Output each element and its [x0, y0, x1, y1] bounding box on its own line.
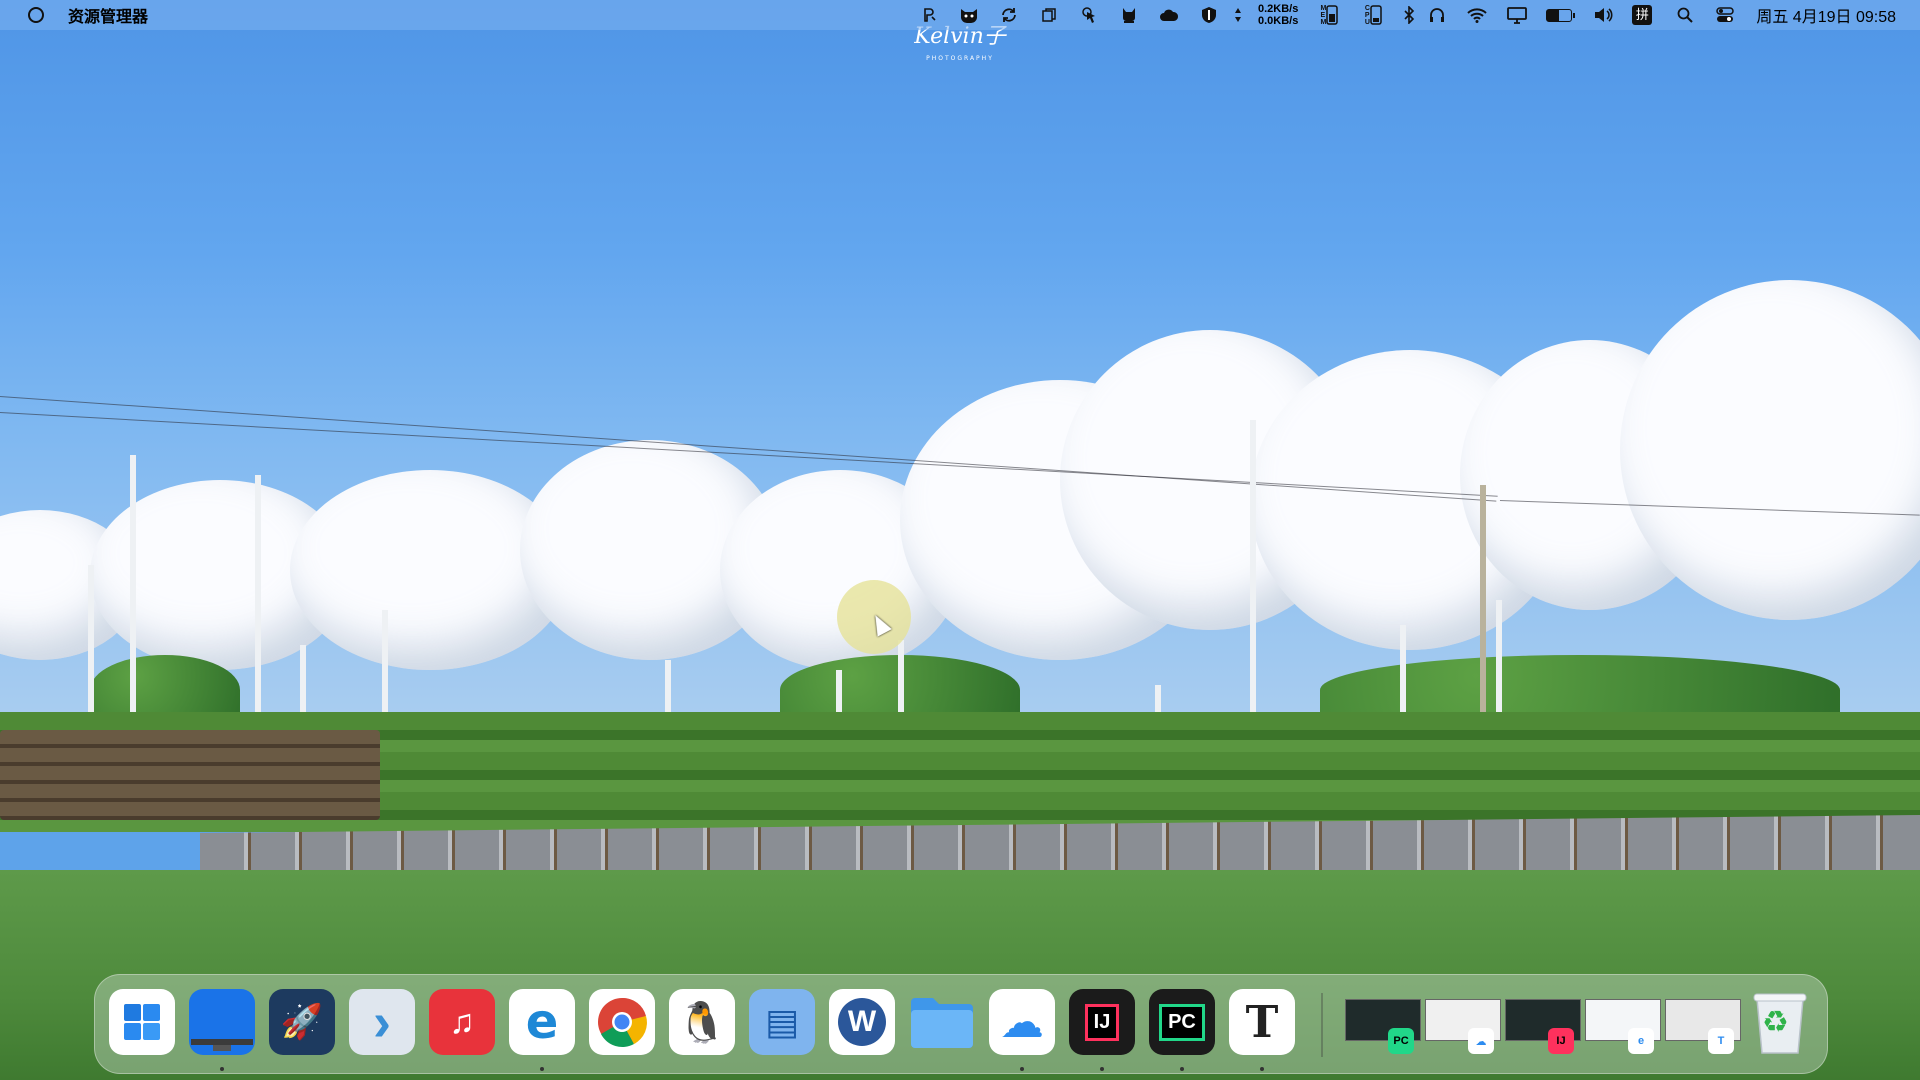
launchpad-rocket-glyph: 🚀 [280, 1003, 324, 1041]
pycharm-window-thumbnail[interactable]: PC [1345, 999, 1421, 1054]
edge-window-badge-icon: e [1628, 1028, 1654, 1054]
desktop-wallpaper: Kelvin子 PHOTOGRAPHY [0, 0, 1920, 1080]
menu-bar-clock[interactable]: 周五 4月19日 09:58 [1756, 3, 1896, 27]
typora-window-badge-icon: T [1708, 1028, 1734, 1054]
dock-running-indicator [540, 1067, 544, 1071]
p-icon[interactable] [918, 4, 940, 26]
dock-intellij-idea-icon[interactable]: IJ [1069, 989, 1135, 1055]
dock-folder-icon[interactable] [909, 989, 975, 1055]
netdisk-window-badge-icon: ☁ [1468, 1028, 1494, 1054]
dock-baidu-netdisk-icon[interactable]: ☁ [989, 989, 1055, 1055]
qq-glyph: 🐧 [677, 1000, 727, 1045]
pole [898, 640, 904, 720]
pet-icon[interactable] [1118, 4, 1140, 26]
pole [1480, 485, 1486, 715]
dock-running-indicator [220, 1067, 224, 1071]
idea-window-thumbnail[interactable]: IJ [1505, 999, 1581, 1054]
pole [382, 610, 388, 720]
dock-file-explorer-icon[interactable]: ▤ [749, 989, 815, 1055]
status-tray: 0.2KB/s 0.0KB/s M E M C P U 拼 周五 4月19日 0… [900, 0, 1896, 30]
edge-window-thumbnail[interactable]: e [1585, 999, 1661, 1054]
memory-icon[interactable]: M E M [1314, 4, 1344, 26]
netease-music-glyph: ♫ [449, 1002, 475, 1041]
shield-icon[interactable] [1198, 4, 1220, 26]
terminal-arrow-glyph: › [373, 992, 391, 1052]
active-app-name[interactable]: 资源管理器 [68, 3, 148, 27]
pointer-icon[interactable] [1078, 4, 1100, 26]
pole [1155, 685, 1161, 715]
up-down-arrow-icon[interactable] [1232, 4, 1244, 26]
dock-qq-icon[interactable]: 🐧 [669, 989, 735, 1055]
input-method-label: 拼 [1635, 7, 1649, 22]
volume-icon[interactable] [1592, 4, 1614, 26]
pole [88, 565, 94, 735]
microsoft-word-glyph: W [838, 998, 886, 1046]
battery-icon[interactable] [1546, 8, 1576, 22]
input-method-icon[interactable]: 拼 [1632, 5, 1653, 25]
battery-level [1547, 9, 1560, 21]
copy-icon[interactable] [1038, 4, 1060, 26]
menu-bar: 资源管理器 0.2KB/s 0.0KB/s M E M C P U 拼 周五 4… [0, 0, 1920, 30]
cpu-icon[interactable]: C P U [1358, 4, 1388, 26]
idea-window-badge-icon: IJ [1548, 1028, 1574, 1054]
baidu-netdisk-glyph: ☁ [1000, 997, 1044, 1047]
woodpile [0, 730, 380, 820]
system-menu-icon[interactable] [28, 7, 44, 23]
dock-terminal-arrow-icon[interactable]: › [349, 989, 415, 1055]
pycharm-window-badge-icon: PC [1388, 1028, 1414, 1054]
dock-netease-music-icon[interactable]: ♫ [429, 989, 495, 1055]
control-center-icon[interactable] [1714, 4, 1736, 26]
sync-icon[interactable] [998, 4, 1020, 26]
pycharm-glyph: PC [1159, 1003, 1205, 1041]
dock-running-indicator [1020, 1067, 1024, 1071]
dock-typora-icon[interactable]: T [1229, 989, 1295, 1055]
cloud-icon[interactable] [1158, 4, 1180, 26]
dock-microsoft-edge-icon[interactable]: e [509, 989, 575, 1055]
dock-separator [1321, 993, 1323, 1057]
dock-desktop-icon[interactable] [189, 989, 255, 1055]
typora-glyph: T [1245, 996, 1279, 1048]
trash-icon[interactable]: ♻ [1747, 989, 1813, 1055]
dock-pycharm-icon[interactable]: PC [1149, 989, 1215, 1055]
search-icon[interactable] [1674, 4, 1696, 26]
pole [1496, 600, 1502, 715]
trash-recycle-glyph: ♻ [1762, 1006, 1789, 1039]
wifi-icon[interactable] [1466, 4, 1488, 26]
network-upload-speed: 0.2KB/s [1258, 3, 1299, 15]
dock-windows-start-icon[interactable] [109, 989, 175, 1055]
dock-microsoft-word-icon[interactable]: W [829, 989, 895, 1055]
dock-running-indicator [1180, 1067, 1184, 1071]
cat-face-icon[interactable] [958, 4, 980, 26]
headphones-icon[interactable] [1426, 4, 1448, 26]
typora-window-thumbnail[interactable]: T [1665, 999, 1741, 1054]
network-speed: 0.2KB/s 0.0KB/s [1258, 3, 1298, 27]
display-icon[interactable] [1506, 4, 1528, 26]
file-explorer-glyph: ▤ [764, 1001, 799, 1042]
network-download-speed: 0.0KB/s [1258, 15, 1299, 27]
watermark-subtitle: PHOTOGRAPHY [926, 55, 994, 62]
dock-launchpad-rocket-icon[interactable]: 🚀 [269, 989, 335, 1055]
pole [665, 660, 671, 720]
netdisk-window-thumbnail[interactable]: ☁ [1425, 999, 1501, 1054]
pole [130, 455, 136, 740]
dock: 🚀 › ♫ e 🐧 ▤ W ☁ IJ PC T PC ☁ IJ e T ♻ [94, 974, 1828, 1074]
dock-running-indicator [1100, 1067, 1104, 1071]
photographer-watermark: Kelvin子 PHOTOGRAPHY [900, 26, 1020, 70]
microsoft-edge-glyph: e [525, 994, 559, 1050]
bluetooth-icon[interactable] [1402, 4, 1416, 26]
intellij-idea-glyph: IJ [1084, 1003, 1120, 1041]
dock-google-chrome-icon[interactable] [589, 989, 655, 1055]
dock-running-indicator [1260, 1067, 1264, 1071]
pole [255, 475, 261, 735]
pole [1400, 625, 1406, 715]
pole [1250, 420, 1256, 720]
